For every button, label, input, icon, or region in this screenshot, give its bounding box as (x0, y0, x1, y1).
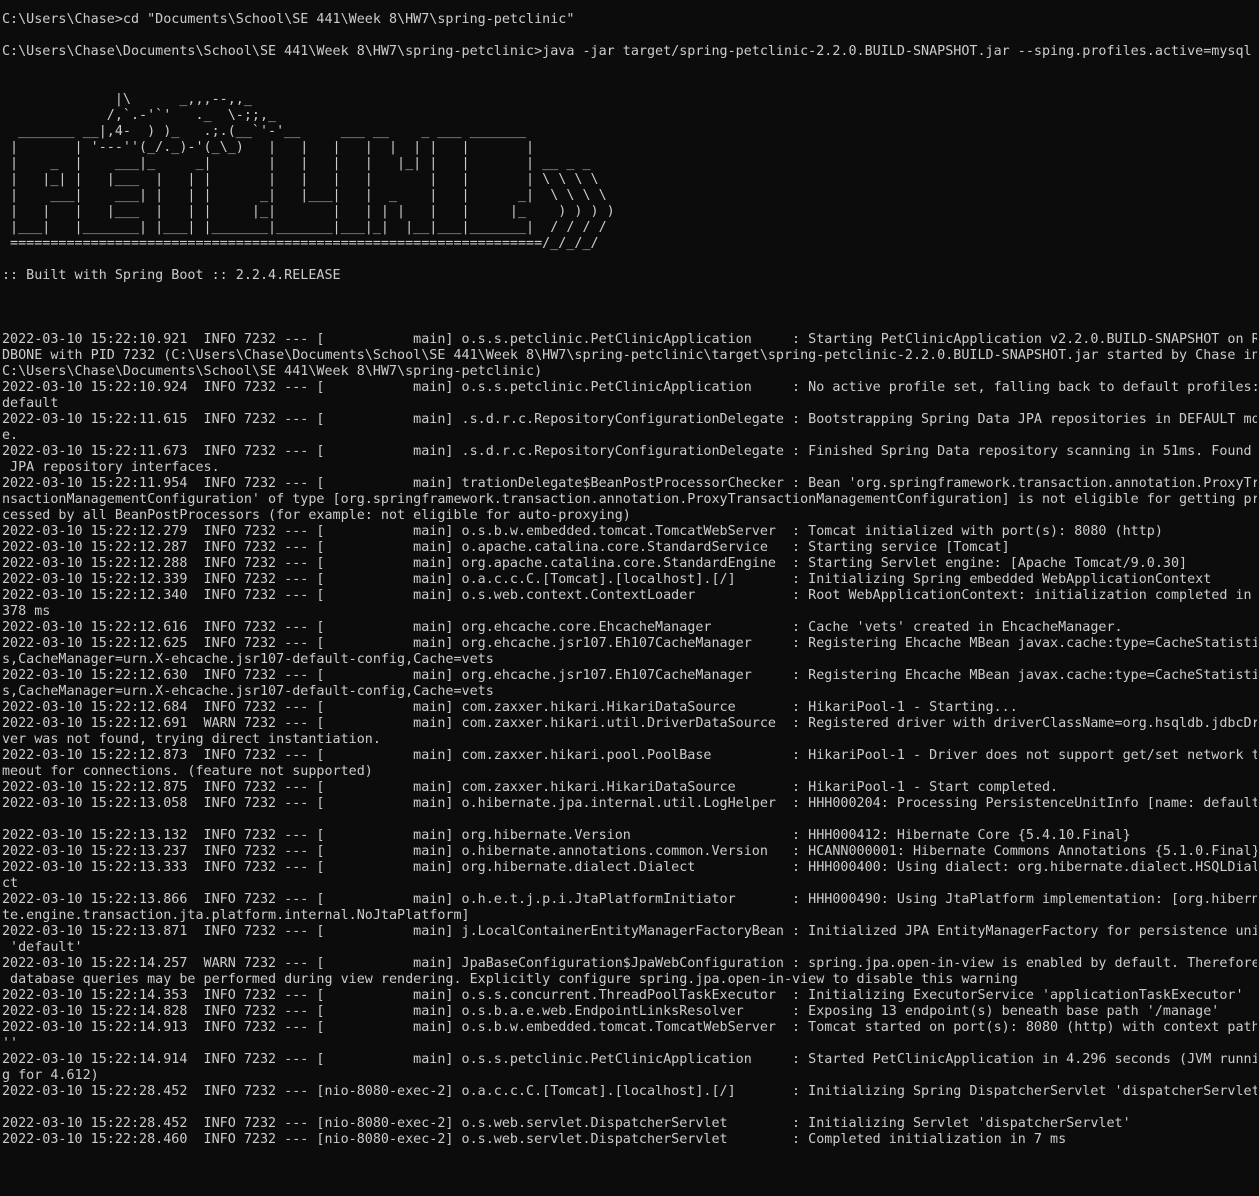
terminal-line: 2022-03-10 15:22:12.625 INFO 7232 --- [ … (2, 636, 1257, 651)
terminal-line: 2022-03-10 15:22:11.954 INFO 7232 --- [ … (2, 476, 1257, 491)
terminal-line: | | | |___ | | | |_| | | | | | | |_ ) ) … (2, 204, 615, 219)
terminal-line: 2022-03-10 15:22:28.452 INFO 7232 --- [n… (2, 1116, 1131, 1131)
terminal-line: 2022-03-10 15:22:14.914 INFO 7232 --- [ … (2, 1052, 1257, 1067)
terminal-line: g for 4.612) (2, 1068, 99, 1083)
terminal-line: ct (2, 876, 19, 891)
terminal-line: 2022-03-10 15:22:28.460 INFO 7232 --- [n… (2, 1132, 1067, 1147)
terminal-line: nsactionManagementConfiguration' of type… (2, 492, 1257, 507)
terminal-line: ver was not found, trying direct instant… (2, 732, 381, 747)
terminal-line: C:\Users\Chase\Documents\School\SE 441\W… (2, 364, 543, 379)
terminal-line: | |_| | |___ | | | | | | | | | | \ \ \ \ (2, 172, 599, 187)
terminal-line: 2022-03-10 15:22:13.866 INFO 7232 --- [ … (2, 892, 1257, 907)
terminal-line: _______ __|,4- ) )_ .;.(__`'-'__ ___ __ … (2, 124, 527, 139)
terminal-line: | | '---''(_/._)-'(_\_) | | | | | | | | … (2, 140, 535, 155)
terminal-line: ========================================… (2, 236, 599, 251)
terminal-line: 2022-03-10 15:22:10.921 INFO 7232 --- [ … (2, 332, 1257, 347)
terminal-line: 2022-03-10 15:22:13.237 INFO 7232 --- [ … (2, 844, 1257, 859)
terminal-line: 2022-03-10 15:22:28.452 INFO 7232 --- [n… (2, 1084, 1257, 1099)
terminal-line: JPA repository interfaces. (2, 460, 220, 475)
terminal-line: 2022-03-10 15:22:12.616 INFO 7232 --- [ … (2, 620, 1123, 635)
terminal-line: :: Built with Spring Boot :: 2.2.4.RELEA… (2, 268, 341, 283)
terminal-line: 2022-03-10 15:22:14.913 INFO 7232 --- [ … (2, 1020, 1257, 1035)
terminal-line: 2022-03-10 15:22:11.615 INFO 7232 --- [ … (2, 412, 1257, 427)
terminal-line: 2022-03-10 15:22:14.828 INFO 7232 --- [ … (2, 1004, 1220, 1019)
terminal-line: database queries may be performed during… (2, 972, 1018, 987)
terminal-line: s,CacheManager=urn.X-ehcache.jsr107-defa… (2, 684, 494, 699)
terminal-line: '' (2, 1036, 19, 1051)
terminal-line: |___| |_______| |___| |_______|_______|_… (2, 220, 607, 235)
terminal-line: te.engine.transaction.jta.platform.inter… (2, 908, 470, 923)
terminal-line: 2022-03-10 15:22:14.353 INFO 7232 --- [ … (2, 988, 1244, 1003)
terminal-line: |\ _,,,--,,_ (2, 92, 252, 107)
terminal-line: C:\Users\Chase>cd "Documents\School\SE 4… (2, 12, 575, 27)
terminal-line: 2022-03-10 15:22:12.287 INFO 7232 --- [ … (2, 540, 1010, 555)
terminal-line: 2022-03-10 15:22:12.340 INFO 7232 --- [ … (2, 588, 1257, 603)
terminal-line: e. (2, 428, 19, 443)
terminal-output[interactable]: C:\Users\Chase>cd "Documents\School\SE 4… (2, 12, 1257, 1196)
terminal-line: 2022-03-10 15:22:12.339 INFO 7232 --- [ … (2, 572, 1212, 587)
terminal-line: meout for connections. (feature not supp… (2, 764, 373, 779)
terminal-line: DBONE with PID 7232 (C:\Users\Chase\Docu… (2, 348, 1257, 363)
terminal-line: | ___| ___| | | | _| |___| | _ | | _| \ … (2, 188, 607, 203)
terminal-line: 2022-03-10 15:22:13.132 INFO 7232 --- [ … (2, 828, 1131, 843)
terminal-line: s,CacheManager=urn.X-ehcache.jsr107-defa… (2, 652, 494, 667)
terminal-line: cessed by all BeanPostProcessors (for ex… (2, 508, 631, 523)
terminal-line: 2022-03-10 15:22:12.630 INFO 7232 --- [ … (2, 668, 1257, 683)
terminal-line: 378 ms (2, 604, 51, 619)
terminal-line: 2022-03-10 15:22:12.691 WARN 7232 --- [ … (2, 716, 1257, 731)
terminal-line: 2022-03-10 15:22:12.875 INFO 7232 --- [ … (2, 780, 1059, 795)
terminal-line: 2022-03-10 15:22:10.924 INFO 7232 --- [ … (2, 380, 1257, 395)
terminal-line: 2022-03-10 15:22:12.288 INFO 7232 --- [ … (2, 556, 1188, 571)
terminal-line: 2022-03-10 15:22:13.058 INFO 7232 --- [ … (2, 796, 1257, 811)
terminal-line: /,`.-'`' ._ \-;;,_ (2, 108, 277, 123)
terminal-line: 2022-03-10 15:22:14.257 WARN 7232 --- [ … (2, 956, 1257, 971)
terminal-line: 2022-03-10 15:22:12.684 INFO 7232 --- [ … (2, 700, 1018, 715)
terminal-line: 2022-03-10 15:22:12.873 INFO 7232 --- [ … (2, 748, 1257, 763)
terminal-line: 2022-03-10 15:22:13.333 INFO 7232 --- [ … (2, 860, 1257, 875)
terminal-line: 2022-03-10 15:22:12.279 INFO 7232 --- [ … (2, 524, 1163, 539)
terminal-line: 2022-03-10 15:22:11.673 INFO 7232 --- [ … (2, 444, 1257, 459)
terminal-line: 'default' (2, 940, 83, 955)
terminal-line: default (2, 396, 59, 411)
terminal-line: 2022-03-10 15:22:13.871 INFO 7232 --- [ … (2, 924, 1257, 939)
terminal-line: C:\Users\Chase\Documents\School\SE 441\W… (2, 44, 1252, 59)
terminal-line: | _ | ___|_ _| | | | | |_| | | | __ _ _ (2, 156, 591, 171)
